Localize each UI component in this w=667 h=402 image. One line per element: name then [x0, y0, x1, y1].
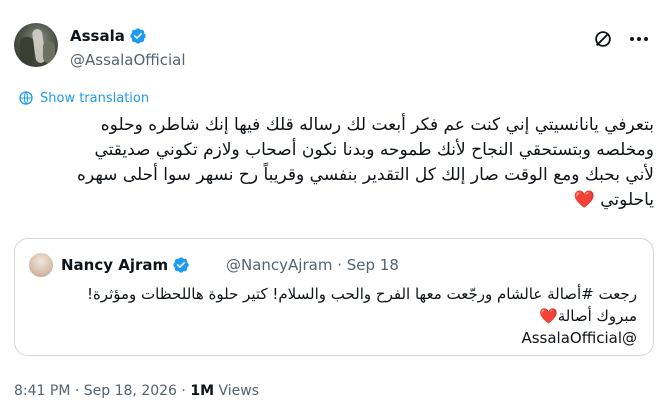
heart-emoji-icon: ❤️: [573, 190, 595, 210]
quoted-text-line2-wrap: مبروك أصالة❤️: [37, 305, 637, 327]
quoted-heart-emoji-icon: ❤️: [539, 307, 558, 325]
quoted-meta: @NancyAjram · Sep 18: [226, 256, 399, 274]
views-label: Views: [218, 383, 259, 399]
author-avatar[interactable]: [14, 23, 58, 67]
quoted-text-line1: رجعت #أصالة عالشام ورجّعت معها الفرح وال…: [86, 285, 637, 303]
tweet-text: بتعرفي يانانسيتي إني كنت عم فكر أبعت لك …: [77, 115, 654, 210]
verified-badge-icon: [130, 28, 146, 44]
tweet-date[interactable]: Sep 18, 2026: [84, 383, 177, 399]
translate-globe-icon: [19, 91, 33, 105]
author-handle[interactable]: @AssalaOfficial: [70, 50, 186, 70]
quoted-text-line2: مبروك أصالة: [557, 307, 637, 325]
quoted-mention[interactable]: @AssalaOfficial: [37, 327, 637, 349]
tweet-header: Assala @AssalaOfficial: [14, 20, 654, 72]
quoted-date[interactable]: Sep 18: [347, 256, 399, 274]
quoted-verified-badge-icon: [173, 257, 189, 273]
more-options-icon[interactable]: [628, 28, 650, 50]
quoted-text-block: رجعت #أصالة عالشام ورجّعت معها الفرح وال…: [37, 283, 637, 349]
tweet-footer: 8:41 PM · Sep 18, 2026 · 1M Views: [14, 383, 259, 399]
author-name[interactable]: Assala: [70, 26, 147, 46]
views-count: 1M: [190, 383, 215, 399]
show-translation-link[interactable]: Show translation: [18, 90, 149, 106]
quoted-author-name[interactable]: Nancy Ajram: [61, 255, 190, 275]
quoted-author-avatar[interactable]: [29, 253, 53, 277]
tweet-time[interactable]: 8:41 PM: [14, 383, 70, 399]
quoted-handle[interactable]: @NancyAjram: [226, 256, 332, 274]
show-translation-label[interactable]: Show translation: [40, 91, 149, 106]
grok-icon[interactable]: [592, 28, 614, 50]
quoted-tweet[interactable]: Nancy Ajram @NancyAjram · Sep 18 رجعت #أ…: [14, 238, 654, 356]
author-name-label[interactable]: Assala: [70, 26, 125, 46]
tweet-body: بتعرفي يانانسيتي إني كنت عم فكر أبعت لك …: [14, 113, 654, 213]
quoted-author-name-label[interactable]: Nancy Ajram: [61, 255, 168, 275]
